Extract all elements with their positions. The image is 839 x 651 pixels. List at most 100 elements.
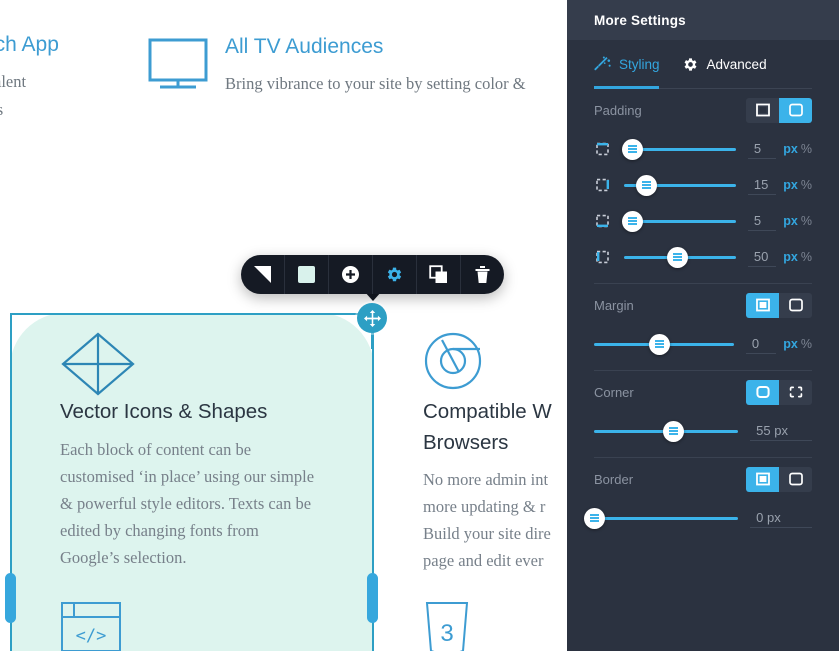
magic-wand-icon (594, 56, 611, 71)
unit-percent[interactable]: % (801, 337, 812, 351)
diamond-vector-icon (61, 332, 135, 396)
feature-card[interactable]: Compatible W Browsers No more admin int … (420, 313, 567, 651)
padding-left-slider[interactable] (624, 246, 736, 268)
margin-value[interactable]: 0 (745, 334, 777, 354)
border-slider[interactable] (583, 507, 739, 529)
slider-knob[interactable] (667, 246, 689, 268)
padding-top-value[interactable]: 5 (747, 139, 777, 159)
rounded-square-icon (755, 386, 770, 398)
resize-handle-right[interactable] (367, 573, 378, 623)
padding-left-units[interactable]: px% (783, 250, 812, 264)
card-body: No more admin int more updating & r Buil… (423, 470, 551, 570)
padding-right-value[interactable]: 15 (747, 175, 777, 195)
top-feature-row: watch App gner talent g skills ry. All T… (0, 0, 567, 175)
padding-right-slider[interactable] (624, 174, 736, 196)
unit-percent[interactable]: % (801, 214, 812, 228)
delete-button[interactable] (461, 255, 504, 294)
top-right-title: All TV Audiences (225, 35, 384, 58)
slider-knob[interactable] (622, 138, 644, 160)
move-handle[interactable] (357, 303, 387, 333)
slider-knob[interactable] (635, 174, 657, 196)
tab-advanced-label: Advanced (706, 57, 767, 72)
gear-icon (387, 267, 402, 282)
unit-px[interactable]: px (783, 337, 798, 351)
feature-card-selected[interactable]: Vector Icons & Shapes Each block of cont… (10, 313, 374, 651)
padding-left-value[interactable]: 50 (747, 247, 777, 267)
padding-mode-individual[interactable] (779, 97, 812, 123)
padding-bottom-row[interactable]: 5 px% (594, 203, 812, 239)
tv-monitor-icon (148, 38, 208, 89)
background-split-button[interactable] (241, 255, 285, 294)
margin-mode-all[interactable] (746, 292, 779, 318)
resize-handle-left[interactable] (5, 573, 16, 623)
unit-px[interactable]: px (783, 250, 798, 264)
settings-button[interactable] (373, 255, 417, 294)
corner-label: Corner (594, 384, 634, 400)
corner-header: Corner (594, 371, 812, 413)
svg-text:</>: </> (76, 626, 107, 646)
margin-section: Margin 0 px % (567, 284, 839, 362)
padding-right-icon (594, 177, 614, 193)
margin-mode-toggle[interactable] (746, 292, 812, 318)
trash-icon (475, 266, 490, 283)
margin-slider[interactable] (594, 333, 734, 355)
padding-top-row[interactable]: 5 px% (594, 131, 812, 167)
border-mode-all[interactable] (746, 466, 779, 492)
tab-styling[interactable]: Styling (594, 40, 660, 89)
unit-px[interactable]: px (783, 178, 798, 192)
margin-units[interactable]: px% (783, 337, 812, 351)
border-mode-individual[interactable] (779, 466, 812, 492)
padding-bottom-value[interactable]: 5 (747, 211, 777, 231)
filled-square-icon (298, 266, 315, 283)
unit-px[interactable]: px (783, 214, 798, 228)
slider-knob[interactable] (622, 210, 644, 232)
tab-styling-label: Styling (619, 57, 660, 72)
corner-mode-individual[interactable] (779, 379, 812, 405)
padding-top-slider[interactable] (622, 138, 736, 160)
padding-mode-toggle[interactable] (746, 97, 812, 123)
border-mode-toggle[interactable] (746, 466, 812, 492)
top-right-body: Bring vibrance to your site by setting c… (225, 74, 526, 93)
margin-slider-row[interactable]: 0 px% (594, 326, 812, 362)
margin-mode-individual[interactable] (779, 292, 812, 318)
corner-section: Corner 55 px (567, 371, 839, 449)
duplicate-button[interactable] (417, 255, 461, 294)
padding-section: Padding 5 px% 15 px% 5 px% 50 px% (567, 89, 839, 275)
padding-mode-all[interactable] (746, 97, 779, 123)
card-title: Compatible W Browsers (423, 400, 552, 454)
tab-advanced[interactable]: Advanced (682, 40, 767, 89)
slider-knob[interactable] (662, 420, 684, 442)
unit-px[interactable]: px (783, 142, 798, 156)
square-bracket-icon (788, 298, 803, 312)
corner-mode-all[interactable] (746, 379, 779, 405)
copy-icon (429, 265, 447, 283)
border-header: Border (594, 458, 812, 500)
padding-bottom-icon (594, 213, 614, 229)
top-left-title: watch App (0, 33, 59, 56)
unit-percent[interactable]: % (801, 142, 812, 156)
border-value[interactable]: 0 px (750, 508, 812, 528)
svg-text:3: 3 (440, 620, 453, 647)
corner-slider-row[interactable]: 55 px (594, 413, 812, 449)
add-block-button[interactable] (329, 255, 373, 294)
padding-top-units[interactable]: px% (783, 142, 812, 156)
border-slider-row[interactable]: 0 px (583, 500, 812, 536)
square-solid-icon (755, 103, 770, 117)
padding-right-units[interactable]: px% (783, 178, 812, 192)
fill-color-button[interactable] (285, 255, 329, 294)
square-bracket-icon (788, 472, 803, 486)
padding-left-row[interactable]: 50 px% (594, 239, 812, 275)
plus-circle-icon (342, 266, 359, 283)
padding-right-row[interactable]: 15 px% (594, 167, 812, 203)
slider-knob[interactable] (583, 507, 605, 529)
element-toolbar[interactable] (241, 255, 504, 294)
unit-percent[interactable]: % (801, 250, 812, 264)
slider-knob[interactable] (649, 333, 671, 355)
padding-bottom-slider[interactable] (622, 210, 736, 232)
corner-value[interactable]: 55 px (750, 421, 812, 441)
corner-slider[interactable] (594, 420, 739, 442)
panel-tabs[interactable]: Styling Advanced (594, 40, 812, 89)
corner-mode-toggle[interactable] (746, 379, 812, 405)
unit-percent[interactable]: % (801, 178, 812, 192)
padding-bottom-units[interactable]: px% (783, 214, 812, 228)
